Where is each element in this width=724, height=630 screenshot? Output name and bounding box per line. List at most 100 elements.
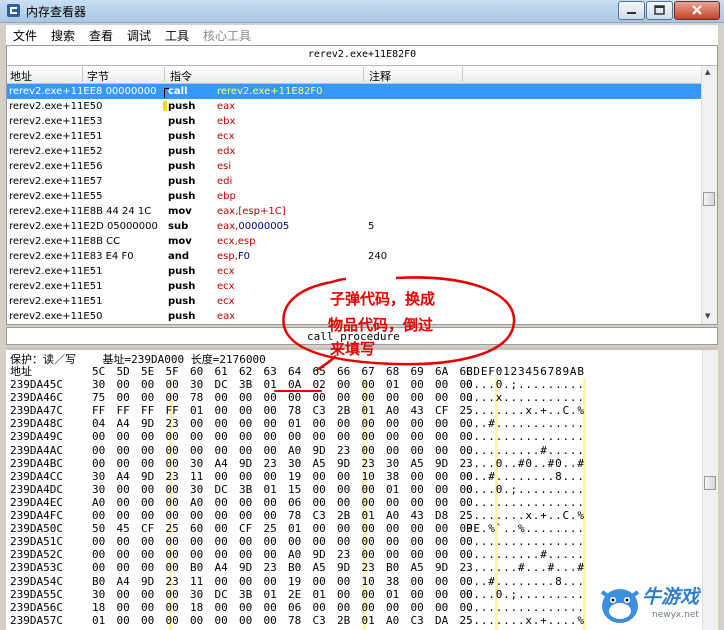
hex-byte[interactable]: 43	[411, 509, 424, 522]
hex-byte[interactable]: 19	[288, 470, 301, 483]
hex-byte[interactable]: 00	[264, 391, 277, 404]
menu-search[interactable]: 搜索	[51, 27, 75, 44]
hex-byte[interactable]: 00	[190, 614, 203, 627]
hex-byte[interactable]: 00	[264, 496, 277, 509]
hex-byte[interactable]: 00	[386, 548, 399, 561]
hex-byte[interactable]: 00	[362, 548, 375, 561]
hex-row[interactable]: 239DA57C 01 00 00 00 00 00 00 00 78 C3 2B 01 A0 C3 DA 25…	[10, 614, 700, 627]
hex-byte[interactable]: 25	[264, 522, 277, 535]
hex-byte[interactable]: 75	[92, 391, 105, 404]
hex-byte[interactable]: 00	[288, 535, 301, 548]
hex-byte[interactable]: 00	[313, 601, 326, 614]
header-comment[interactable]: 注释	[369, 68, 391, 84]
hex-byte[interactable]: A4	[117, 470, 130, 483]
hex-byte[interactable]: 00	[411, 430, 424, 443]
hex-byte[interactable]: 23	[166, 575, 179, 588]
hex-byte[interactable]: CF	[239, 522, 252, 535]
hex-byte[interactable]: 00	[435, 588, 448, 601]
hex-byte[interactable]: 00	[92, 457, 105, 470]
hex-byte[interactable]: 9D	[337, 561, 350, 574]
hex-byte[interactable]: 00	[313, 575, 326, 588]
hex-byte[interactable]: 00	[215, 522, 228, 535]
hex-byte[interactable]: 18	[190, 601, 203, 614]
scroll-down-arrow-icon[interactable]: ▼	[705, 312, 710, 320]
hex-byte[interactable]: A0	[288, 548, 301, 561]
hex-byte[interactable]: 00	[215, 548, 228, 561]
hex-byte[interactable]: 00	[337, 601, 350, 614]
hex-byte[interactable]: 00	[117, 535, 130, 548]
hex-byte[interactable]: 00	[313, 430, 326, 443]
hex-byte[interactable]: FF	[141, 404, 154, 417]
hex-row[interactable]: 239DA48C 04 A4 9D 23 00 00 00 00 01 00 00 00 00 00 00 00…	[10, 417, 700, 430]
hex-byte[interactable]: 00	[411, 601, 424, 614]
hex-byte[interactable]: 00	[313, 391, 326, 404]
hex-byte[interactable]: 00	[141, 601, 154, 614]
hex-byte[interactable]: D8	[435, 509, 448, 522]
hex-byte[interactable]: 00	[141, 561, 154, 574]
hex-byte[interactable]: 00	[386, 430, 399, 443]
hex-byte[interactable]: 00	[141, 457, 154, 470]
hex-byte[interactable]: A0	[386, 614, 399, 627]
hex-byte[interactable]: 00	[166, 391, 179, 404]
hex-byte[interactable]: 9D	[141, 417, 154, 430]
hex-byte[interactable]: 00	[141, 391, 154, 404]
hex-byte[interactable]: 00	[411, 378, 424, 391]
hex-byte[interactable]: 78	[288, 614, 301, 627]
hex-row[interactable]: 239DA52C 00 00 00 00 00 00 00 00 A0 9D 23 00 00 00 00 00…	[10, 548, 700, 561]
hex-byte[interactable]: 19	[288, 575, 301, 588]
hex-row[interactable]: 239DA4AC 00 00 00 00 00 00 00 00 A0 9D 23 00 00 00 00 00…	[10, 444, 700, 457]
hex-byte[interactable]: 23	[337, 548, 350, 561]
header-instruction[interactable]: 指令	[170, 68, 192, 84]
hex-row[interactable]: 239DA53C 00 00 00 00 B0 A4 9D 23 B0 A5 9D 23 B0 A5 9D 23…	[10, 561, 700, 574]
hex-byte[interactable]: 00	[239, 601, 252, 614]
hex-byte[interactable]: 00	[264, 417, 277, 430]
hex-byte[interactable]: 11	[190, 575, 203, 588]
hex-byte[interactable]: 00	[239, 430, 252, 443]
hex-byte[interactable]: 00	[141, 430, 154, 443]
hex-byte[interactable]: 00	[435, 378, 448, 391]
hex-byte[interactable]: 00	[141, 548, 154, 561]
hex-byte[interactable]: 00	[362, 496, 375, 509]
hex-row[interactable]: 239DA46C 75 00 00 00 78 00 00 00 00 00 00 00 00 00 00 00…	[10, 391, 700, 404]
hex-byte[interactable]: 00	[435, 483, 448, 496]
hex-byte[interactable]: 23	[264, 457, 277, 470]
hex-byte[interactable]: 00	[166, 588, 179, 601]
hex-byte[interactable]: 00	[337, 470, 350, 483]
hex-byte[interactable]: 00	[117, 601, 130, 614]
disasm-row[interactable]: rerev2.exe+11E8B 44 24 1C mov eax,[esp+1C]	[7, 204, 702, 219]
hex-byte[interactable]: 9D	[435, 457, 448, 470]
hex-byte[interactable]: 01	[92, 614, 105, 627]
hex-byte[interactable]: 00	[92, 444, 105, 457]
hex-byte[interactable]: A4	[215, 561, 228, 574]
hex-byte[interactable]: 00	[141, 509, 154, 522]
hex-byte[interactable]: 30	[190, 483, 203, 496]
hex-byte[interactable]: 30	[386, 457, 399, 470]
hex-byte[interactable]: B0	[288, 561, 301, 574]
hex-byte[interactable]: 00	[386, 522, 399, 535]
hex-byte[interactable]: 00	[362, 535, 375, 548]
hex-byte[interactable]: 00	[411, 417, 424, 430]
hex-byte[interactable]: 00	[215, 391, 228, 404]
hex-byte[interactable]: 00	[117, 509, 130, 522]
hex-byte[interactable]: 00	[117, 496, 130, 509]
disasm-row[interactable]: rerev2.exe+11E8B CC mov ecx,esp	[7, 234, 702, 249]
hex-byte[interactable]: 00	[435, 417, 448, 430]
hex-byte[interactable]: 01	[264, 483, 277, 496]
hex-byte[interactable]: 00	[190, 417, 203, 430]
disasm-row[interactable]: rerev2.exe+11EE8 00000000 call rerev2.exe+…	[7, 84, 702, 99]
hex-byte[interactable]: 00	[435, 522, 448, 535]
hex-byte[interactable]: 00	[215, 430, 228, 443]
header-address[interactable]: 地址	[10, 68, 32, 84]
disasm-row[interactable]: rerev2.exe+11E55 push ebp	[7, 189, 702, 204]
hex-byte[interactable]: 9D	[337, 457, 350, 470]
disasm-row[interactable]: rerev2.exe+11E56 push esi	[7, 159, 702, 174]
hex-byte[interactable]: 00	[215, 404, 228, 417]
hex-byte[interactable]: 00	[166, 614, 179, 627]
hex-byte[interactable]: DC	[215, 588, 228, 601]
hex-byte[interactable]: 00	[239, 575, 252, 588]
hex-byte[interactable]: 00	[264, 535, 277, 548]
hex-byte[interactable]: 00	[190, 535, 203, 548]
hex-byte[interactable]: 00	[264, 444, 277, 457]
hex-byte[interactable]: 01	[288, 522, 301, 535]
menu-file[interactable]: 文件	[13, 27, 37, 44]
